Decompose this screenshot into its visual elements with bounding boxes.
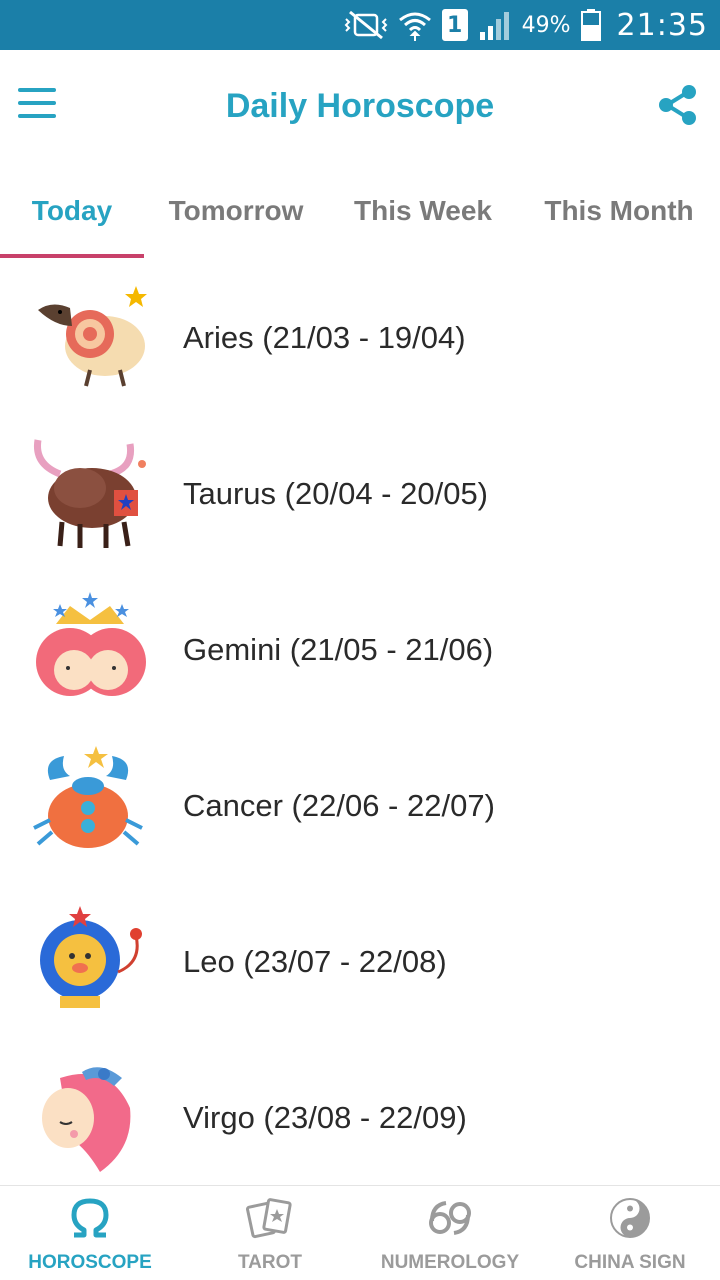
list-item-gemini[interactable]: Gemini (21/05 - 21/06): [0, 572, 720, 728]
taurus-bull-icon: [30, 434, 150, 554]
sign-label: Taurus (20/04 - 20/05): [183, 476, 489, 511]
share-icon[interactable]: [658, 84, 698, 126]
nav-tarot[interactable]: TAROT: [180, 1186, 360, 1280]
list-item-leo[interactable]: Leo (23/07 - 22/08): [0, 884, 720, 1040]
clock: 21:35: [616, 7, 708, 43]
tarot-cards-icon: [246, 1196, 294, 1240]
nav-china-sign[interactable]: CHINA SIGN: [540, 1186, 720, 1280]
status-bar: 1 49% 21:35: [0, 0, 720, 50]
omega-icon: [68, 1196, 112, 1240]
tab-tomorrow[interactable]: Tomorrow: [144, 162, 328, 260]
signal-icon: [478, 10, 512, 40]
tab-this-week[interactable]: This Week: [328, 162, 518, 260]
nav-label: CHINA SIGN: [574, 1252, 686, 1273]
period-tabs: Today Tomorrow This Week This Month: [0, 162, 720, 260]
nav-label: HOROSCOPE: [28, 1252, 152, 1273]
numerology-69-icon: [426, 1196, 474, 1240]
sign-label: Gemini (21/05 - 21/06): [183, 632, 494, 667]
sign-label: Cancer (22/06 - 22/07): [183, 788, 495, 823]
battery-icon: [580, 9, 601, 41]
cancer-crab-icon: [30, 746, 150, 866]
list-item-virgo[interactable]: Virgo (23/08 - 22/09): [0, 1040, 720, 1185]
list-item-aries[interactable]: Aries (21/03 - 19/04): [0, 260, 720, 416]
sim-icon: 1: [441, 9, 468, 41]
list-item-cancer[interactable]: Cancer (22/06 - 22/07): [0, 728, 720, 884]
nav-label: NUMEROLOGY: [380, 1252, 520, 1273]
page-title: Daily Horoscope: [225, 86, 495, 125]
tab-today[interactable]: Today: [0, 162, 144, 260]
sign-label: Aries (21/03 - 19/04): [183, 320, 466, 355]
vibrate-muted-icon: [344, 10, 388, 40]
nav-label: TAROT: [237, 1252, 303, 1273]
list-item-taurus[interactable]: Taurus (20/04 - 20/05): [0, 416, 720, 572]
aries-ram-icon: [30, 278, 150, 398]
tab-this-month[interactable]: This Month: [518, 162, 720, 260]
bottom-navigation: HOROSCOPE TAROT NUMEROLOGY CHINA SIGN: [0, 1185, 720, 1280]
sign-label: Leo (23/07 - 22/08): [183, 944, 447, 979]
battery-percent: 49%: [521, 12, 571, 38]
zodiac-list: Aries (21/03 - 19/04) Taurus (20/04 - 20…: [0, 260, 720, 1185]
app-bar: Daily Horoscope: [0, 50, 720, 162]
sign-label: Virgo (23/08 - 22/09): [183, 1100, 467, 1135]
yin-yang-icon: [609, 1196, 651, 1240]
gemini-twins-icon: [30, 590, 150, 710]
nav-numerology[interactable]: NUMEROLOGY: [360, 1186, 540, 1280]
virgo-maiden-icon: [30, 1058, 150, 1178]
nav-horoscope[interactable]: HOROSCOPE: [0, 1186, 180, 1280]
hamburger-menu-icon[interactable]: [18, 88, 56, 122]
leo-lion-icon: [30, 902, 150, 1022]
wifi-icon: [398, 8, 432, 42]
